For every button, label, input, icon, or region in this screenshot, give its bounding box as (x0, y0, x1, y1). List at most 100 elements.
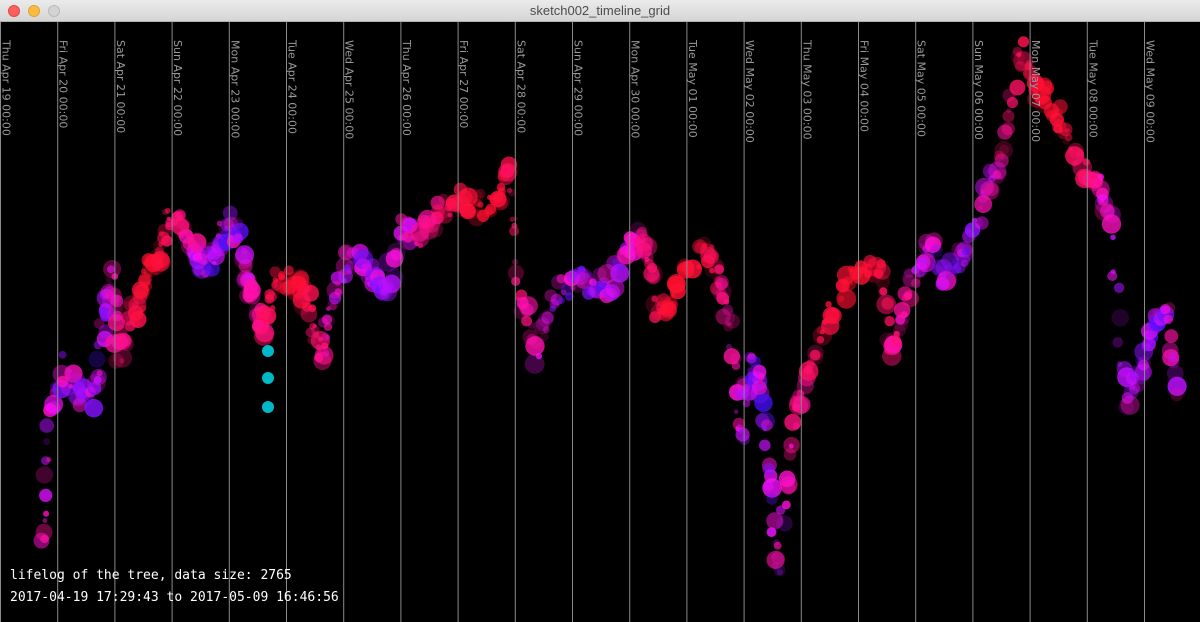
data-point (766, 527, 777, 537)
data-point (302, 284, 319, 302)
date-label: Thu Apr 26 00:00 (400, 39, 413, 136)
data-point (138, 304, 147, 313)
data-point (155, 246, 164, 256)
data-point (1054, 108, 1063, 117)
title-bar[interactable]: sketch002_timeline_grid (0, 0, 1200, 22)
data-point (88, 350, 106, 368)
data-point (747, 352, 756, 360)
data-point (901, 289, 920, 307)
data-point (39, 488, 53, 502)
data-point (782, 500, 791, 510)
data-point (1097, 173, 1105, 181)
data-point (322, 349, 330, 357)
timeline-grid: Thu Apr 19 00:00 Fri Apr 20 00:00 Sat Apr … (0, 22, 1157, 622)
app-window: sketch002_timeline_grid Thu Apr 19 00:00… (0, 0, 1200, 622)
date-label: Tue May 08 00:00 (1086, 39, 1099, 138)
data-point (994, 141, 1013, 160)
marker-point (262, 401, 274, 413)
data-point (112, 348, 133, 368)
data-point (142, 280, 153, 292)
date-label: Sun Apr 22 00:00 (171, 40, 184, 136)
date-label: Thu Apr 19 00:00 (0, 39, 13, 136)
data-point (975, 216, 989, 230)
data-point (500, 164, 515, 179)
data-point (848, 280, 854, 286)
data-point (881, 297, 894, 310)
data-point (696, 263, 702, 270)
date-label: Sat May 05 00:00 (915, 40, 928, 137)
data-point (1110, 234, 1116, 241)
date-label: Fri Apr 27 00:00 (457, 40, 470, 128)
data-point (733, 409, 739, 415)
date-label: Mon Apr 23 00:00 (228, 40, 241, 138)
data-point (35, 466, 54, 484)
data-point (778, 470, 796, 488)
data-point (1045, 85, 1054, 95)
data-point (762, 463, 775, 476)
date-label: Tue May 01 00:00 (686, 39, 699, 138)
date-label: Sun May 06 00:00 (972, 40, 985, 140)
data-point (689, 264, 694, 270)
data-point (43, 438, 51, 446)
data-points (33, 36, 1187, 577)
data-point (308, 304, 317, 313)
sketch-canvas: Thu Apr 19 00:00 Fri Apr 20 00:00 Sat Apr … (0, 22, 1200, 622)
data-point (1137, 359, 1149, 371)
window-title: sketch002_timeline_grid (529, 3, 671, 18)
data-point (35, 523, 53, 541)
date-label: Fri Apr 20 00:00 (57, 40, 70, 128)
data-point (162, 208, 169, 216)
date-label: Fri May 04 00:00 (858, 40, 871, 132)
data-point (776, 515, 793, 532)
data-point (924, 236, 942, 254)
data-point (807, 349, 824, 366)
data-point (120, 337, 134, 352)
data-point (891, 335, 902, 347)
data-point (535, 352, 543, 360)
data-point (46, 457, 52, 463)
data-point (96, 370, 103, 377)
data-point (836, 288, 857, 309)
data-point (754, 393, 773, 413)
data-point (499, 193, 504, 198)
data-size-label: lifelog of the tree, data size: 2765 (10, 568, 292, 583)
data-point (1110, 269, 1116, 275)
data-point (1163, 302, 1176, 314)
data-point (39, 418, 54, 433)
data-point (558, 297, 565, 305)
data-point (638, 237, 658, 256)
data-point (766, 493, 778, 505)
data-point (731, 361, 741, 371)
timeline-plot: Thu Apr 19 00:00 Fri Apr 20 00:00 Sat Apr … (0, 22, 1187, 622)
data-point (670, 283, 686, 300)
data-point (231, 217, 243, 230)
data-point (477, 201, 484, 208)
data-point (84, 398, 104, 418)
data-point (725, 313, 740, 329)
data-point (43, 510, 50, 517)
data-point (669, 300, 677, 308)
data-point (42, 518, 48, 523)
data-point (825, 301, 832, 308)
date-label: Wed May 02 00:00 (743, 40, 756, 143)
data-point (177, 218, 190, 231)
data-point (648, 273, 659, 284)
data-point (235, 245, 255, 265)
data-point (253, 326, 274, 346)
data-point (243, 287, 261, 305)
data-point (1017, 36, 1030, 48)
date-label: Wed Apr 25 00:00 (343, 40, 356, 139)
data-point (234, 232, 242, 240)
data-point (1064, 133, 1073, 142)
data-point (792, 422, 801, 430)
data-point (644, 257, 650, 262)
data-point (58, 350, 67, 359)
data-point (759, 439, 771, 452)
date-range-label: 2017-04-19 17:29:43 to 2017-05-09 16:46:… (10, 590, 339, 605)
data-point (509, 216, 515, 222)
data-point (447, 212, 453, 218)
data-point (108, 281, 114, 288)
data-point (1006, 108, 1012, 113)
data-point (932, 245, 938, 251)
data-point (1075, 149, 1085, 158)
